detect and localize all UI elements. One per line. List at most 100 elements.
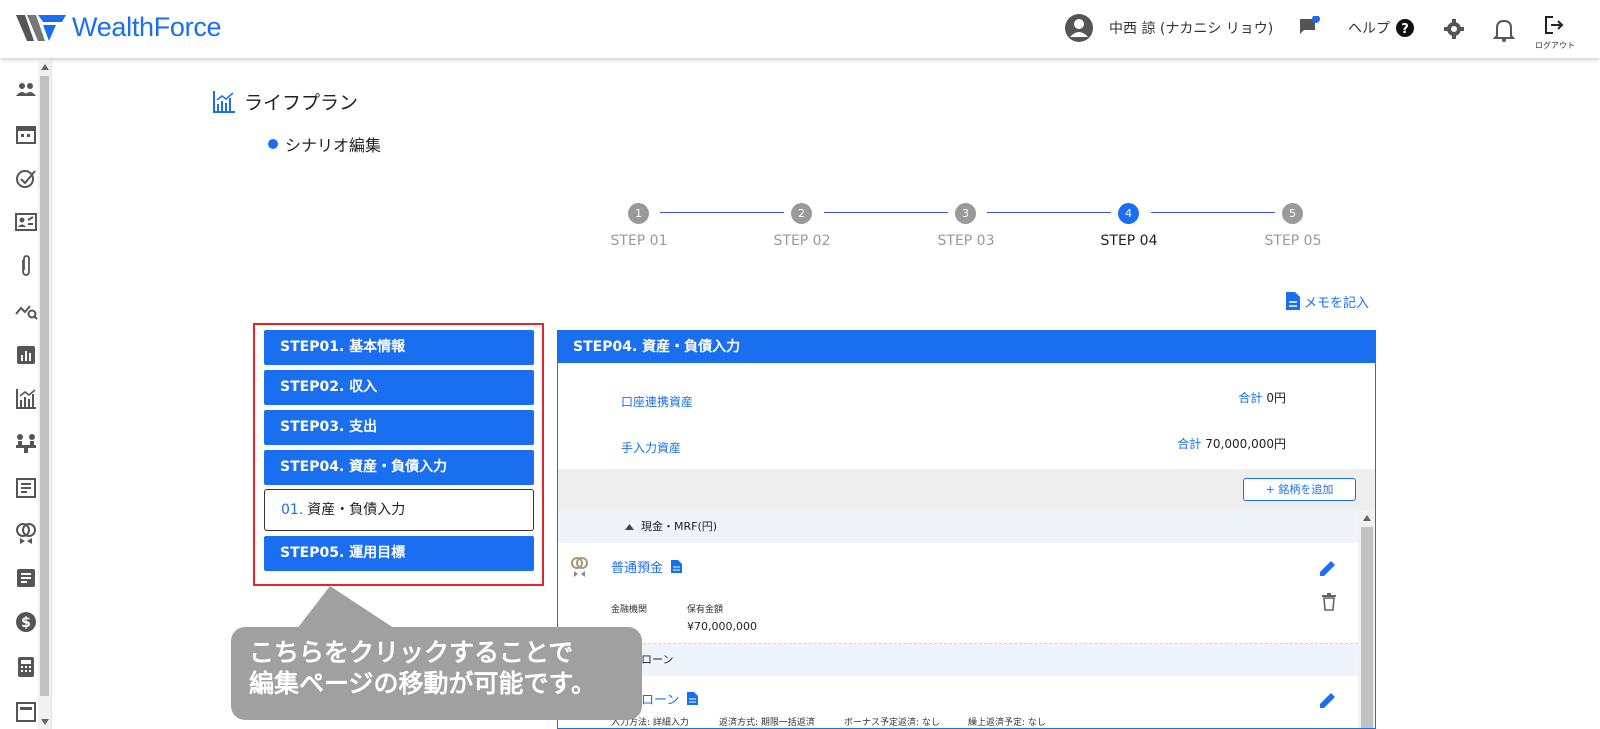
callout-line-1: こちらをクリックすることで [249,638,574,667]
step-nav-step05[interactable]: STEP05. 運用目標 [264,536,534,571]
panel-title: STEP04. 資産・負債入力 [558,331,1375,363]
item-savings[interactable]: 普通預金 [611,557,683,576]
trash-icon[interactable] [1321,593,1337,611]
logo-text: WealthForce [72,12,222,42]
manual-assets-label[interactable]: 手入力資産 [621,439,681,456]
top-bar: WealthForce 中西 諒 (ナカニシ リョウ) ヘルプ ? ログアウト [0,0,1600,58]
step-circle-2[interactable]: 2 [791,203,812,224]
scroll-up-icon[interactable] [41,64,49,70]
people-icon[interactable] [14,78,38,102]
stepper-connector [660,212,784,213]
sub-item-label: 資産・負債入力 [307,502,406,518]
chat-icon[interactable] [1298,16,1320,38]
notes-icon[interactable] [14,566,38,590]
linked-assets-total: 合計 0円 [1238,389,1286,406]
rings-icon[interactable] [14,520,38,544]
item-memo-icon[interactable] [687,692,699,705]
step-circle-4[interactable]: 4 [1118,203,1139,224]
step-nav-sub-item[interactable]: 01. 資産・負債入力 [264,489,534,531]
category-loan-label: ローン [641,653,674,666]
check-circle-icon[interactable] [14,166,38,190]
gear-icon[interactable] [1443,18,1465,40]
loan-detail-repayment: 返済方式: 期限一括返済 [719,718,815,728]
collapse-up-icon [625,524,634,530]
step-circle-3[interactable]: 3 [955,203,976,224]
memo-link[interactable]: メモを記入 [1285,291,1369,311]
lifeplan-title-icon [213,90,235,113]
add-holding-button[interactable]: + 銘柄を追加 [1243,478,1356,501]
loan-detail-bonus: ボーナス予定返済: なし [844,718,940,728]
step-nav-step03[interactable]: STEP03. 支出 [264,410,534,445]
dollar-icon[interactable]: $ [14,610,38,634]
step-nav-step02[interactable]: STEP02. 収入 [264,370,534,405]
meeting-icon[interactable] [14,431,38,455]
svg-text:?: ? [1401,22,1409,37]
holding-amount-label: 保有金額 [687,605,724,615]
page-title: ライフプラン [212,88,358,115]
step-label-1[interactable]: STEP 01 [594,233,684,249]
memo-label: メモを記入 [1304,295,1370,311]
step-circle-5[interactable]: 5 [1282,203,1303,224]
linked-assets-label[interactable]: 口座連携資産 [621,393,693,410]
step-nav-step04[interactable]: STEP04. 資産・負債入力 [264,450,534,485]
step-circle-1[interactable]: 1 [628,203,649,224]
section-title-text: シナリオ編集 [285,136,382,155]
item-savings-name: 普通預金 [611,561,664,576]
total-key: 合計 [1238,391,1263,405]
bell-icon[interactable] [1493,18,1515,42]
step-label-5[interactable]: STEP 05 [1248,233,1338,249]
logout-icon[interactable] [1543,14,1565,36]
step-nav-step01[interactable]: STEP01. 基本情報 [264,330,534,365]
calendar-icon[interactable] [14,122,38,146]
svg-text:$: $ [21,615,31,631]
lifeplan-icon[interactable] [14,387,38,411]
section-bullet [268,139,278,149]
item-loan-name: ローン [641,693,680,708]
user-menu[interactable]: 中西 諒 (ナカニシ リョウ) [1064,13,1273,43]
institution-label: 金融機関 [611,605,648,615]
scroll-down-icon[interactable] [41,719,49,725]
instruction-callout: こちらをクリックすることで 編集ページの移動が可能です。 [231,627,642,720]
item-loan[interactable]: ローン [641,689,699,708]
section-title: シナリオ編集 [268,132,381,156]
stepper-connector [1151,212,1275,213]
calculator-icon[interactable] [14,655,38,679]
item-memo-icon[interactable] [671,560,683,573]
document-icon[interactable] [14,699,38,723]
chart-search-icon[interactable] [14,298,38,322]
help-label: ヘルプ [1348,21,1390,37]
logout-label[interactable]: ログアウト [1535,40,1575,51]
page-title-text: ライフプラン [244,92,359,114]
user-avatar-icon [1065,14,1093,42]
memo-document-icon [1286,292,1300,310]
step-label-2[interactable]: STEP 02 [757,233,847,249]
stepper-connector [824,212,948,213]
article-icon[interactable] [14,476,38,500]
scroll-up-icon[interactable] [1363,515,1371,521]
category-cash-row[interactable]: 現金・MRF(円) [558,511,1358,543]
step-label-4[interactable]: STEP 04 [1084,233,1174,249]
edit-icon[interactable] [1318,690,1338,710]
total-value: 70,000,000円 [1205,437,1286,451]
paperclip-icon[interactable] [14,254,38,278]
manual-assets-total: 合計 70,000,000円 [1177,435,1286,452]
help-link[interactable]: ヘルプ ? [1348,18,1415,38]
sub-item-number: 01. [281,502,304,518]
category-loan-row[interactable]: ローン [558,644,1358,676]
stepper-connector [987,212,1111,213]
edit-icon[interactable] [1318,558,1338,578]
panel-scrollbar-thumb[interactable] [1361,527,1373,728]
step-label-3[interactable]: STEP 03 [921,233,1011,249]
sidebar-scrollbar-thumb[interactable] [40,76,49,696]
user-name: 中西 諒 (ナカニシ リョウ) [1109,21,1274,37]
rings-icon [571,557,588,577]
callout-line-2: 編集ページの移動が可能です。 [249,669,597,698]
help-icon: ? [1396,19,1414,37]
id-card-icon[interactable] [14,210,38,234]
logo[interactable]: WealthForce [16,12,222,43]
category-cash-label: 現金・MRF(円) [641,520,718,533]
bar-chart-icon[interactable] [14,343,38,367]
wealthforce-logo-icon [16,14,66,41]
asset-panel: STEP04. 資産・負債入力 口座連携資産 合計 0円 手入力資産 合計 70,0… [557,330,1376,729]
holding-amount-value: ¥70,000,000 [687,620,757,633]
